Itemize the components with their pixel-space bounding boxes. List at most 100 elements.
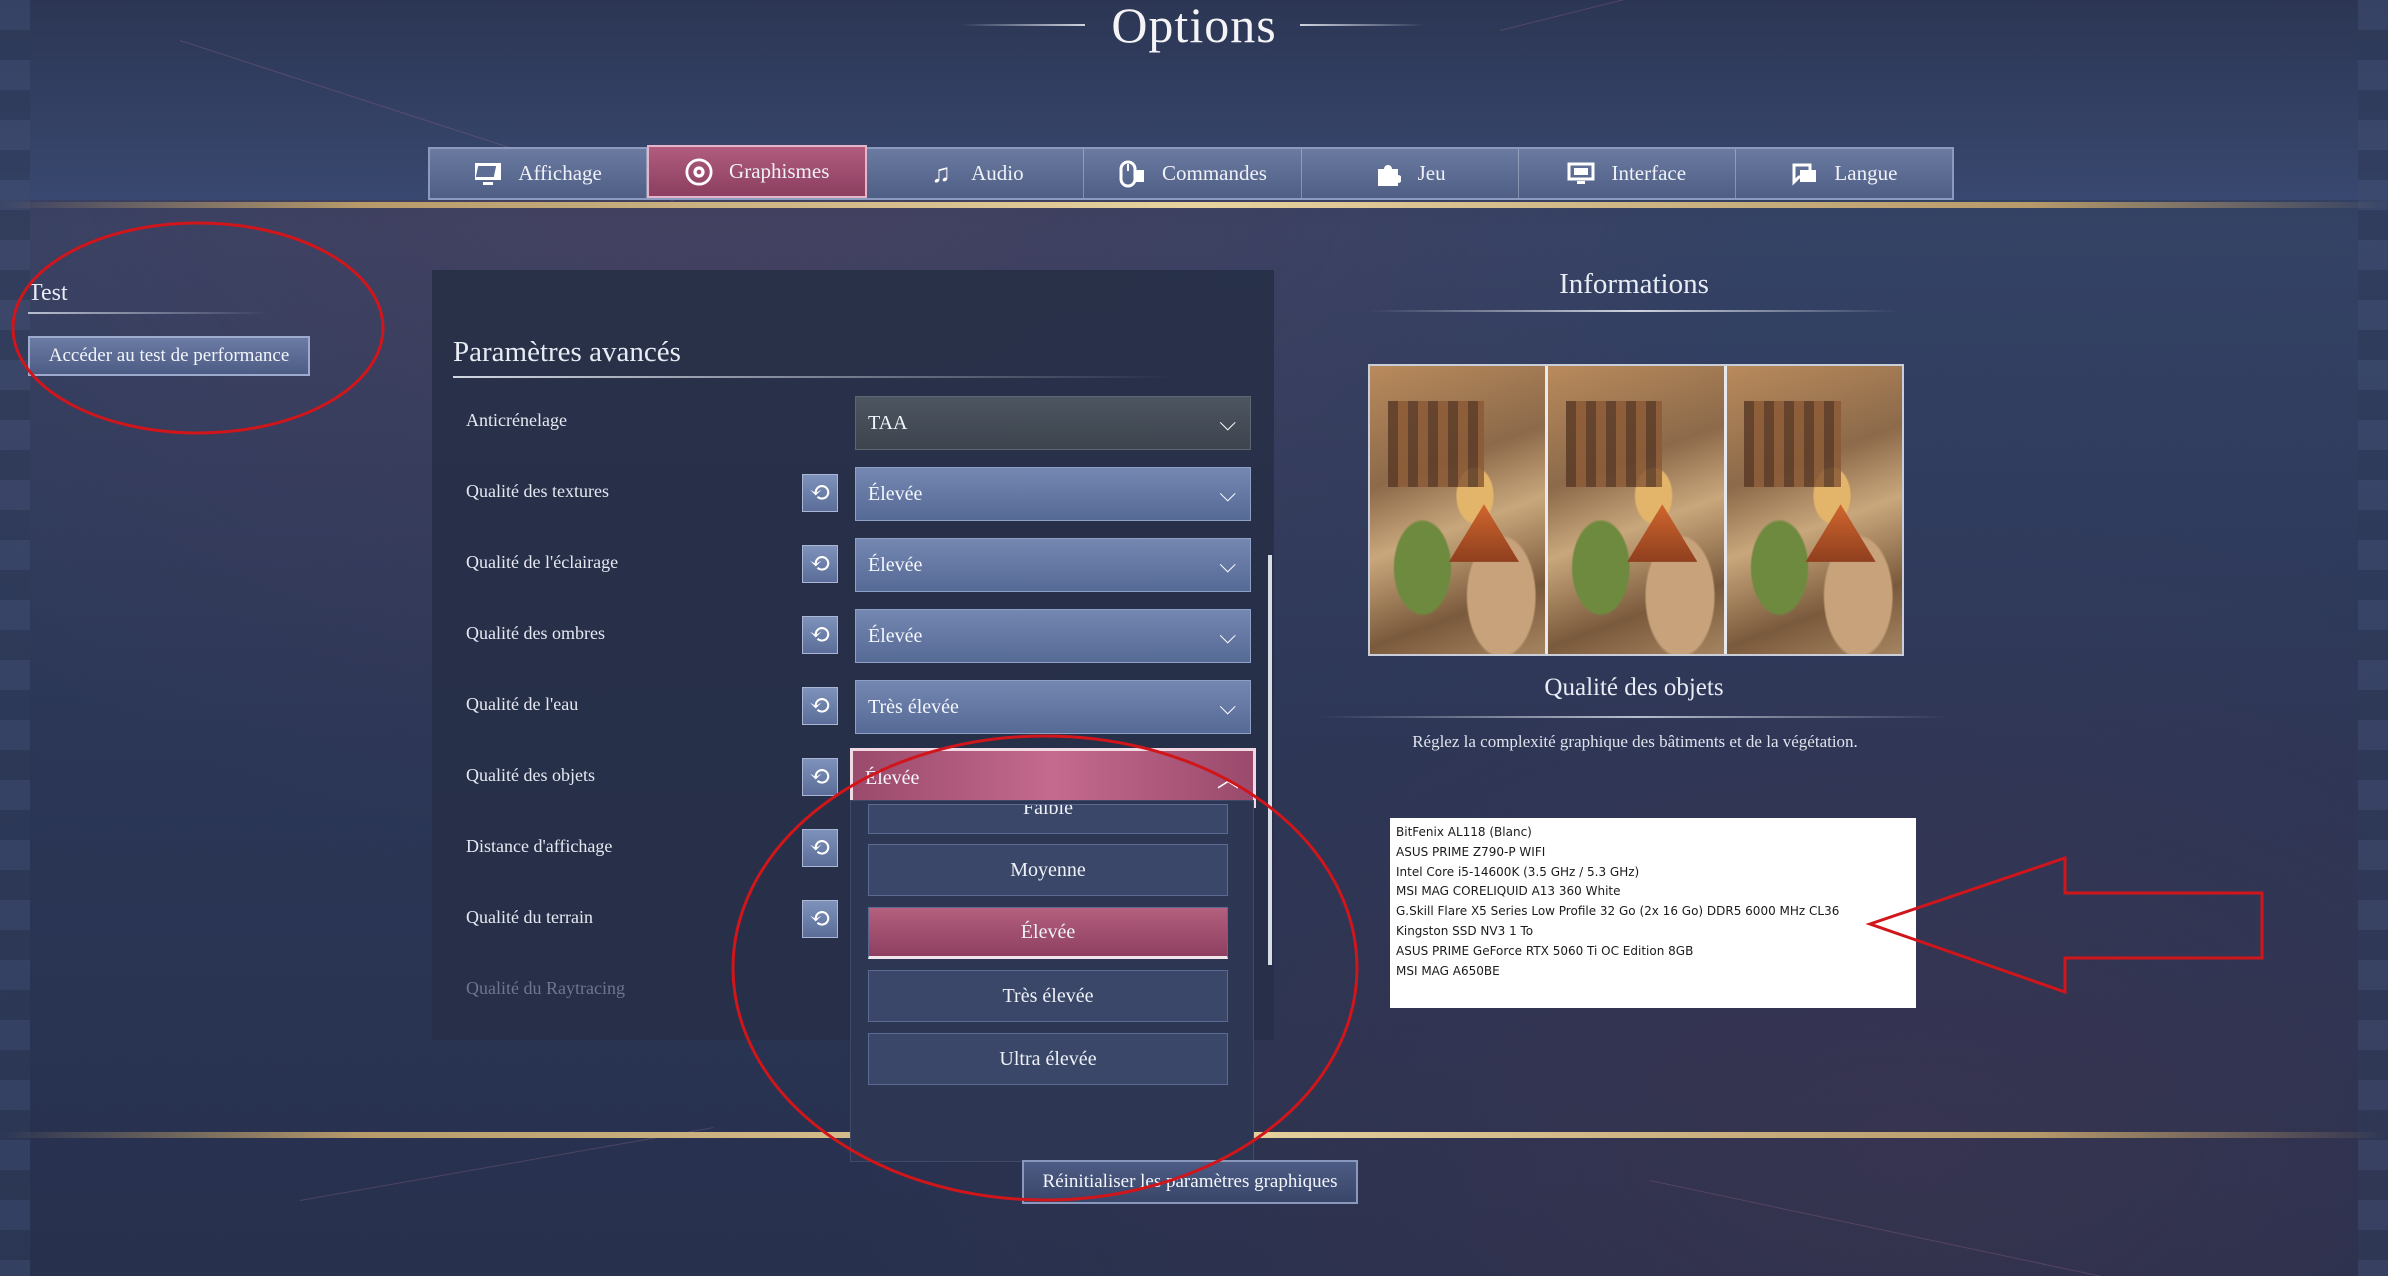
test-divider: [28, 312, 268, 314]
spec-line: Intel Core i5-14600K (3.5 GHz / 5.3 GHz): [1396, 863, 1910, 883]
tab-label: Audio: [971, 161, 1024, 186]
tab-affichage[interactable]: Affichage: [430, 149, 647, 198]
reset-icon: ⟲: [809, 549, 831, 579]
annotation-arrow-icon: [1870, 858, 2262, 992]
objects-select[interactable]: Élevée ︿: [850, 748, 1256, 808]
select-value: Élevée: [868, 625, 922, 648]
title-ornament-right: [1300, 24, 1425, 26]
reset-objects-button[interactable]: ⟲: [802, 758, 838, 796]
tab-label: Interface: [1611, 161, 1686, 186]
option-elevee[interactable]: Élevée: [868, 907, 1228, 959]
water-select[interactable]: Très élevée ⌵: [855, 680, 1251, 734]
shadows-select[interactable]: Élevée ⌵: [855, 609, 1251, 663]
chevron-up-icon: ︿: [1217, 762, 1239, 794]
spec-line: ASUS PRIME Z790-P WIFI: [1396, 843, 1910, 863]
reset-icon: ⟲: [809, 904, 831, 934]
antialiasing-select[interactable]: TAA ⌵: [855, 396, 1251, 450]
speech-bubble-icon: [1790, 161, 1818, 187]
preview-medium: [1548, 366, 1726, 654]
tab-langue[interactable]: Langue: [1736, 149, 1952, 198]
tab-audio[interactable]: ♫ Audio: [867, 149, 1084, 198]
spec-line: MSI MAG CORELIQUID A13 360 White: [1396, 882, 1910, 902]
left-ornament: [0, 0, 30, 1276]
advanced-title-divider: [453, 376, 1173, 378]
annotation-ellipse-test: [13, 223, 383, 433]
chevron-down-icon: ⌵: [1219, 553, 1236, 578]
mouse-icon: [1118, 161, 1146, 187]
tab-graphismes[interactable]: Graphismes: [647, 145, 867, 198]
eye-icon: [685, 159, 713, 185]
reset-icon: ⟲: [809, 620, 831, 650]
tab-label: Graphismes: [729, 159, 829, 184]
preview-high: [1727, 366, 1902, 654]
setting-label-antialiasing: Anticrénelage: [466, 410, 567, 431]
spec-line: ASUS PRIME GeForce RTX 5060 Ti OC Editio…: [1396, 942, 1910, 962]
page-title: Options: [0, 0, 2388, 54]
tab-label: Jeu: [1418, 161, 1446, 186]
chevron-down-icon: ⌵: [1219, 482, 1236, 507]
setting-label-shadows: Qualité des ombres: [466, 623, 605, 644]
info-subtitle: Qualité des objets: [1360, 674, 1908, 702]
header-gold-divider: [0, 202, 2388, 208]
setting-label-terrain: Qualité du terrain: [466, 907, 593, 928]
setting-label-textures: Qualité des textures: [466, 481, 609, 502]
reset-textures-button[interactable]: ⟲: [802, 474, 838, 512]
option-faible[interactable]: Faible: [868, 804, 1228, 834]
chevron-down-icon: ⌵: [1219, 624, 1236, 649]
option-moyenne[interactable]: Moyenne: [868, 844, 1228, 896]
reset-shadows-button[interactable]: ⟲: [802, 616, 838, 654]
tab-label: Affichage: [518, 161, 602, 186]
tab-bar: Affichage Graphismes ♫ Audio Commandes J…: [428, 147, 1954, 200]
option-label: Faible: [1023, 804, 1073, 820]
tab-jeu[interactable]: Jeu: [1302, 149, 1519, 198]
performance-test-button[interactable]: Accéder au test de performance: [28, 336, 310, 376]
reset-icon: ⟲: [809, 833, 831, 863]
select-value: TAA: [868, 412, 908, 435]
reset-graphics-button[interactable]: Réinitialiser les paramètres graphiques: [1022, 1160, 1358, 1204]
test-title: Test: [28, 280, 68, 307]
chevron-down-icon: ⌵: [1219, 695, 1236, 720]
setting-label-lighting: Qualité de l'éclairage: [466, 552, 618, 573]
tab-commandes[interactable]: Commandes: [1084, 149, 1301, 198]
preview-low: [1370, 366, 1548, 654]
panel-scrollbar[interactable]: [1268, 555, 1272, 965]
screen-icon: [1567, 161, 1595, 187]
reset-terrain-button[interactable]: ⟲: [802, 900, 838, 938]
setting-label-raytracing: Qualité du Raytracing: [466, 978, 625, 999]
advanced-settings-title: Paramètres avancés: [453, 336, 681, 369]
reset-icon: ⟲: [809, 691, 831, 721]
reset-icon: ⟲: [809, 762, 831, 792]
tab-label: Commandes: [1162, 161, 1267, 186]
monitor-icon: [474, 161, 502, 187]
reset-water-button[interactable]: ⟲: [802, 687, 838, 725]
info-divider: [1370, 310, 1898, 312]
quality-preview-image: [1368, 364, 1904, 656]
select-value: Très élevée: [868, 696, 959, 719]
spec-line: G.Skill Flare X5 Series Low Profile 32 G…: [1396, 902, 1910, 922]
select-value: Élevée: [868, 554, 922, 577]
option-ultra-elevee[interactable]: Ultra élevée: [868, 1033, 1228, 1085]
reset-icon: ⟲: [809, 478, 831, 508]
tab-label: Langue: [1834, 161, 1897, 186]
option-tres-elevee[interactable]: Très élevée: [868, 970, 1228, 1022]
pc-specs-box: BitFenix AL118 (Blanc) ASUS PRIME Z790-P…: [1390, 818, 1916, 1008]
info-subtitle-divider: [1320, 716, 1950, 718]
setting-label-water: Qualité de l'eau: [466, 694, 578, 715]
spec-line: Kingston SSD NV3 1 To: [1396, 922, 1910, 942]
info-title: Informations: [1360, 268, 1908, 301]
right-ornament: [2358, 0, 2388, 1276]
select-value: Élevée: [865, 767, 919, 790]
music-note-icon: ♫: [927, 161, 955, 187]
tab-interface[interactable]: Interface: [1519, 149, 1736, 198]
marble-vein: [1650, 1180, 2120, 1276]
chevron-down-icon: ⌵: [1219, 411, 1236, 436]
lighting-select[interactable]: Élevée ⌵: [855, 538, 1251, 592]
select-value: Élevée: [868, 483, 922, 506]
spec-line: BitFenix AL118 (Blanc): [1396, 823, 1910, 843]
puzzle-icon: [1374, 161, 1402, 187]
reset-view-distance-button[interactable]: ⟲: [802, 829, 838, 867]
reset-lighting-button[interactable]: ⟲: [802, 545, 838, 583]
textures-select[interactable]: Élevée ⌵: [855, 467, 1251, 521]
spec-line: MSI MAG A650BE: [1396, 962, 1910, 982]
info-description: Réglez la complexité graphique des bâtim…: [1320, 732, 1950, 752]
